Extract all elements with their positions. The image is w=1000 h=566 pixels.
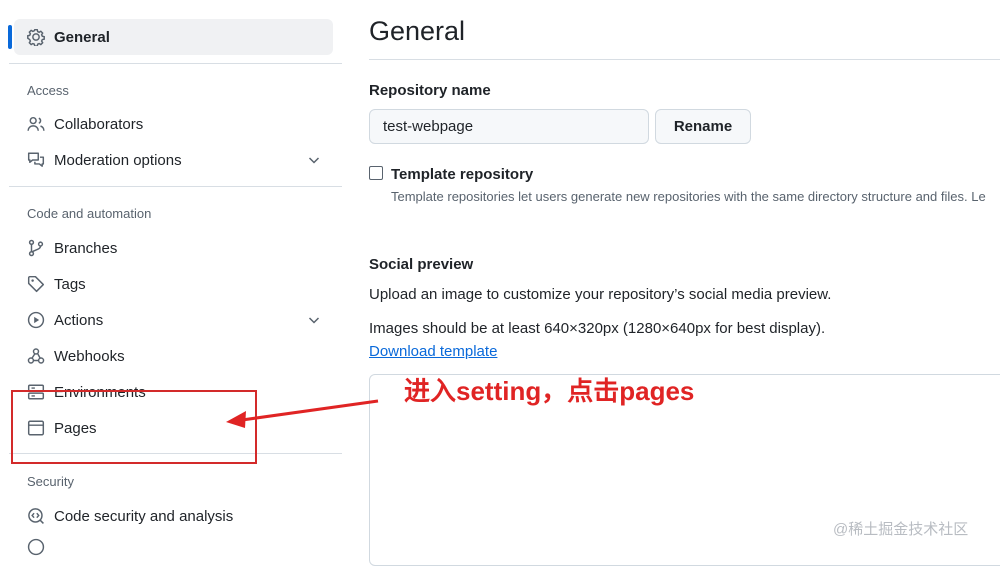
page-title: General bbox=[369, 16, 466, 46]
social-preview-title: Social preview bbox=[369, 256, 474, 273]
template-repository-help: Template repositories let users generate… bbox=[391, 189, 986, 204]
sidebar-item-label: Webhooks bbox=[54, 347, 125, 365]
section-title-code-automation: Code and automation bbox=[27, 206, 152, 221]
codescan-icon bbox=[26, 506, 46, 526]
repository-name-label: Repository name bbox=[369, 82, 491, 99]
sidebar-item-label: Code security and analysis bbox=[54, 507, 234, 525]
chevron-down-icon[interactable] bbox=[306, 312, 322, 328]
sidebar-item-label: Tags bbox=[54, 275, 86, 293]
comment-discussion-icon bbox=[26, 150, 46, 170]
template-repository-label[interactable]: Template repository bbox=[391, 166, 533, 183]
gear-icon bbox=[26, 27, 46, 47]
webhook-icon bbox=[26, 346, 46, 366]
annotation-arrow bbox=[226, 399, 379, 428]
chevron-down-icon[interactable] bbox=[306, 152, 322, 168]
sidebar-item-actions[interactable]: Actions bbox=[26, 306, 331, 334]
sidebar-item-label: Moderation options bbox=[54, 151, 182, 169]
rename-button[interactable]: Rename bbox=[655, 109, 751, 144]
sidebar-divider bbox=[9, 63, 342, 64]
sidebar-item-label: Collaborators bbox=[54, 115, 144, 133]
active-indicator bbox=[8, 25, 12, 49]
play-icon bbox=[26, 310, 46, 330]
git-branch-icon bbox=[26, 238, 46, 258]
sidebar-item-tags[interactable]: Tags bbox=[26, 270, 86, 298]
sidebar-item-label: Branches bbox=[54, 239, 118, 257]
template-repository-label-text: Template repository bbox=[391, 166, 534, 183]
social-preview-upload-text: Upload an image to customize your reposi… bbox=[369, 286, 832, 303]
sidebar-item-general[interactable]: General bbox=[26, 23, 110, 51]
section-title-security: Security bbox=[27, 474, 74, 489]
tag-icon bbox=[26, 274, 46, 294]
annotation-text: 进入setting，点击pages bbox=[404, 376, 695, 406]
sidebar-item-collaborators[interactable]: Collaborators bbox=[26, 110, 143, 138]
sidebar-item-label: General bbox=[54, 28, 110, 46]
sidebar-divider bbox=[9, 186, 342, 187]
repository-name-input[interactable] bbox=[369, 109, 649, 144]
people-icon bbox=[26, 114, 46, 134]
section-title-access: Access bbox=[27, 83, 69, 98]
sidebar-item-code-security[interactable]: Code security and analysis bbox=[26, 502, 233, 530]
template-repository-checkbox[interactable] bbox=[369, 166, 383, 180]
title-divider bbox=[369, 59, 1000, 60]
sidebar-item-webhooks[interactable]: Webhooks bbox=[26, 342, 125, 370]
sidebar-item-branches[interactable]: Branches bbox=[26, 234, 117, 262]
watermark: @稀土掘金技术社区 bbox=[833, 521, 969, 538]
download-template-link[interactable]: Download template bbox=[369, 343, 497, 360]
sidebar-item-moderation[interactable]: Moderation options bbox=[26, 146, 331, 174]
social-preview-size-text: Images should be at least 640×320px (128… bbox=[369, 320, 826, 337]
next-item-icon-partial bbox=[27, 538, 45, 556]
sidebar-item-label: Actions bbox=[54, 311, 104, 329]
